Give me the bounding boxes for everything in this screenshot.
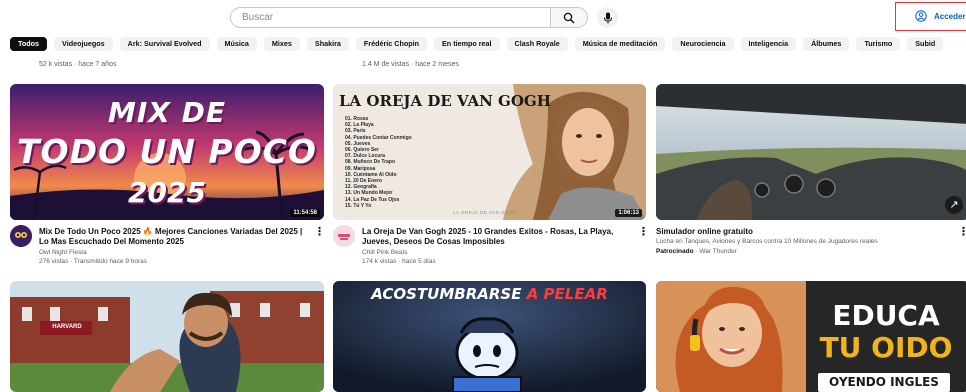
thumbnail-text: OYENDO INGLES: [818, 373, 950, 392]
thumbnail-text: TODO UN POCO: [17, 132, 317, 171]
video-thumbnail[interactable]: MIX DE TODO UN POCO 2025 11:54:58: [10, 84, 324, 220]
channel-name[interactable]: Owl Night Fiesta: [39, 249, 87, 256]
video-title[interactable]: La Oreja De Van Gogh 2025 - 10 Grandes E…: [362, 227, 632, 247]
video-stats: 174 k vistas · hace 5 días: [362, 258, 436, 265]
account-icon: [915, 10, 927, 22]
thumbnail-footer: LA OREJA DE VAN GOGH: [453, 210, 517, 215]
chip[interactable]: Subid: [907, 37, 944, 51]
video-thumbnail[interactable]: EDUCA TU OIDO OYENDO INGLES: [656, 281, 966, 392]
video-thumbnail[interactable]: LA OREJA DE VAN GOGH 01. Rosas 02. La Pl…: [333, 84, 646, 220]
more-options-icon[interactable]: ⋮: [958, 225, 966, 238]
chip[interactable]: Videojuegos: [54, 37, 113, 51]
search-input[interactable]: [230, 7, 550, 28]
chip[interactable]: Inteligencia: [740, 37, 797, 51]
ad-description: Lucha en Tanques, Aviones y Barcos contr…: [656, 238, 878, 245]
chip[interactable]: Todos: [10, 37, 48, 51]
open-external-icon[interactable]: ↗: [945, 196, 963, 214]
owl-icon: [10, 225, 32, 247]
sign-in-label: Acceder: [934, 12, 966, 21]
thumbnail-text: LA OREJA DE VAN GOGH: [339, 92, 551, 110]
advertiser-name[interactable]: War Thunder: [699, 248, 737, 255]
thumbnail-image: [656, 84, 966, 220]
thumbnail-text: MIX DE: [108, 96, 226, 129]
video-thumbnail[interactable]: HARVARD: [10, 281, 324, 392]
duration-badge: 1:06:13: [615, 209, 642, 217]
sponsored-label: Patrocinado: [656, 248, 694, 255]
thumbnail-text: EDUCA: [832, 299, 940, 332]
video-title[interactable]: Mix De Todo Un Poco 2025 🔥 Mejores Canci…: [39, 227, 309, 247]
channel-avatar[interactable]: [333, 225, 355, 247]
chip[interactable]: Shakira: [306, 37, 349, 51]
chip[interactable]: Clash Royale: [506, 37, 568, 51]
ad-sponsor-line: Patrocinado · War Thunder: [656, 248, 737, 255]
chip[interactable]: Álbumes: [803, 37, 850, 51]
search-bar: [230, 7, 618, 28]
video-stats: 276 vistas · Transmitido hace 9 horas: [39, 258, 148, 265]
chip[interactable]: Ark: Survival Evolved: [119, 37, 210, 51]
voice-search-button[interactable]: [597, 7, 618, 28]
chip[interactable]: Neurociencia: [672, 37, 734, 51]
ad-thumbnail[interactable]: ↗: [656, 84, 966, 220]
search-icon: [563, 12, 575, 23]
more-options-icon[interactable]: ⋮: [638, 225, 649, 238]
microphone-icon: [603, 12, 612, 23]
video-stats: 1.4 M de vistas · hace 2 meses: [362, 61, 459, 68]
ad-title[interactable]: Simulador online gratuito: [656, 227, 956, 237]
duration-badge: 11:54:58: [290, 209, 320, 217]
thumbnail-image: [10, 281, 324, 392]
track-item: 15. Tú Y Yo: [345, 202, 372, 209]
thumbnail-text: A PELEAR: [526, 285, 608, 303]
tracklist: 01. Rosas 02. La Playa 03. París 04. Pue…: [345, 116, 455, 209]
video-stats: 52 k vistas · hace 7 años: [39, 61, 117, 68]
chip[interactable]: En tiempo real: [434, 37, 500, 51]
thumbnail-text: 2025: [128, 176, 206, 209]
sign-in-button[interactable]: Acceder: [895, 2, 966, 31]
channel-logo-icon: [333, 225, 355, 247]
chip[interactable]: Turismo: [856, 37, 901, 51]
thumbnail-text: HARVARD: [52, 324, 82, 330]
thumbnail-text: TU OIDO: [819, 331, 953, 364]
channel-name[interactable]: Chill Pink Beats: [362, 249, 408, 256]
thumbnail-title: ACOSTUMBRARSE A PELEAR: [333, 285, 646, 303]
video-thumbnail[interactable]: ACOSTUMBRARSE A PELEAR: [333, 281, 646, 392]
chip[interactable]: Música de meditación: [574, 37, 666, 51]
thumbnail-text: ACOSTUMBRARSE: [371, 285, 522, 303]
top-bar: Acceder: [0, 0, 966, 33]
chip[interactable]: Mixes: [263, 37, 300, 51]
search-button[interactable]: [550, 7, 588, 28]
filter-chips-bar: Todos Videojuegos Ark: Survival Evolved …: [10, 37, 944, 51]
chip[interactable]: Frédéric Chopin: [355, 37, 428, 51]
chip[interactable]: Música: [216, 37, 257, 51]
channel-avatar[interactable]: [10, 225, 32, 247]
more-options-icon[interactable]: ⋮: [314, 225, 325, 238]
